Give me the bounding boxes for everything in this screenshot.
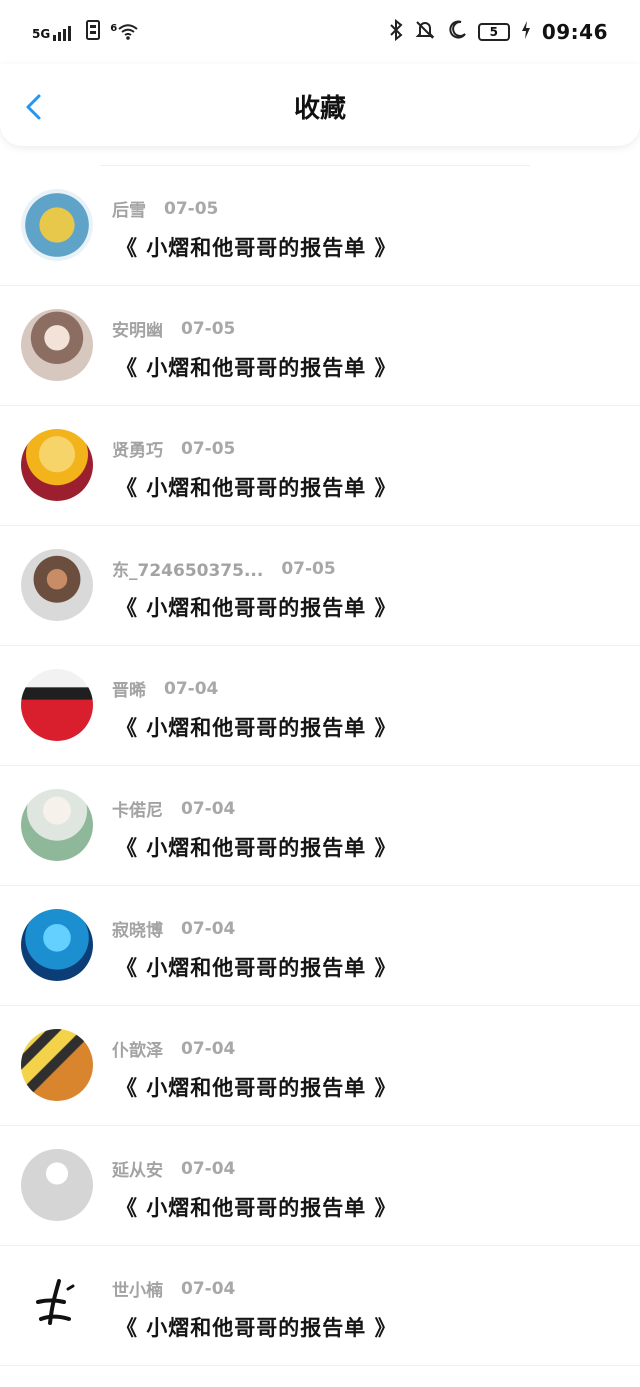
item-date: 07-05 xyxy=(164,198,219,219)
list-item[interactable]: 晋晞 07-04 《 小熠和他哥哥的报告单 》 xyxy=(0,646,640,766)
list-item[interactable]: 安明幽 07-05 《 小熠和他哥哥的报告单 》 xyxy=(0,286,640,406)
item-date: 07-04 xyxy=(181,1038,236,1059)
avatar[interactable] xyxy=(21,669,93,741)
item-meta: 延从安 07-04 xyxy=(112,1156,236,1182)
avatar[interactable] xyxy=(21,1029,93,1101)
page-title: 收藏 xyxy=(293,94,346,124)
item-meta: 后雪 07-05 xyxy=(112,196,219,222)
item-date: 07-04 xyxy=(164,678,219,699)
wifi-badge: 6 xyxy=(110,23,118,34)
item-subject: 《 小熠和他哥哥的报告单 》 xyxy=(116,476,397,500)
signal-icon: 5G xyxy=(32,23,76,41)
favorites-list: 后雪 07-05 《 小熠和他哥哥的报告单 》 安明幽 07-05 《 小熠和他… xyxy=(0,165,640,1366)
list-item[interactable]: 贤勇巧 07-05 《 小熠和他哥哥的报告单 》 xyxy=(0,406,640,526)
item-subject: 《 小熠和他哥哥的报告单 》 xyxy=(116,1196,397,1220)
sender-name: 晋晞 xyxy=(112,681,146,701)
list-item[interactable]: 寂晓博 07-04 《 小熠和他哥哥的报告单 》 xyxy=(0,886,640,1006)
mute-icon xyxy=(414,19,436,45)
list-item[interactable]: 后雪 07-05 《 小熠和他哥哥的报告单 》 xyxy=(0,166,640,286)
status-bar: 5G 6 5 09:46 xyxy=(0,0,640,64)
sender-name: 世小楠 xyxy=(112,1281,163,1301)
sender-name: 寂晓博 xyxy=(112,921,163,941)
calligraphy-avatar-icon xyxy=(36,1279,75,1325)
item-date: 07-04 xyxy=(181,1278,236,1299)
item-meta: 贤勇巧 07-05 xyxy=(112,436,236,462)
avatar[interactable] xyxy=(21,1149,93,1221)
avatar[interactable] xyxy=(21,1269,93,1341)
status-time: 09:46 xyxy=(541,20,608,44)
status-left: 5G 6 xyxy=(32,20,139,44)
item-date: 07-04 xyxy=(181,918,236,939)
item-subject: 《 小熠和他哥哥的报告单 》 xyxy=(116,1076,397,1100)
top-app-bar: 收藏 xyxy=(0,64,640,146)
next-item-peek xyxy=(0,1369,640,1387)
item-meta: 东_724650375... 07-05 xyxy=(112,556,336,582)
list-item[interactable]: 东_724650375... 07-05 《 小熠和他哥哥的报告单 》 xyxy=(0,526,640,646)
list-item[interactable]: 卡偌尼 07-04 《 小熠和他哥哥的报告单 》 xyxy=(0,766,640,886)
item-date: 07-05 xyxy=(281,558,336,579)
avatar[interactable] xyxy=(21,429,93,501)
item-subject: 《 小熠和他哥哥的报告单 》 xyxy=(116,236,397,260)
sim-icon xyxy=(86,20,101,44)
status-right: 5 09:46 xyxy=(388,18,608,45)
item-date: 07-05 xyxy=(181,318,236,339)
sender-name: 延从安 xyxy=(112,1161,163,1181)
battery-icon: 5 xyxy=(477,23,510,41)
item-meta: 晋晞 07-04 xyxy=(112,676,219,702)
moon-icon xyxy=(446,19,468,45)
avatar[interactable] xyxy=(21,549,93,621)
item-date: 07-05 xyxy=(181,438,236,459)
avatar[interactable] xyxy=(21,909,93,981)
item-divider xyxy=(100,1365,530,1366)
avatar[interactable] xyxy=(21,309,93,381)
item-meta: 安明幽 07-05 xyxy=(112,316,236,342)
sender-name: 后雪 xyxy=(112,201,146,221)
item-subject: 《 小熠和他哥哥的报告单 》 xyxy=(116,836,397,860)
item-meta: 寂晓博 07-04 xyxy=(112,916,236,942)
list-item[interactable]: 仆歆泽 07-04 《 小熠和他哥哥的报告单 》 xyxy=(0,1006,640,1126)
item-meta: 仆歆泽 07-04 xyxy=(112,1036,236,1062)
item-date: 07-04 xyxy=(181,1158,236,1179)
sender-name: 贤勇巧 xyxy=(112,441,163,461)
avatar[interactable] xyxy=(21,189,93,261)
item-subject: 《 小熠和他哥哥的报告单 》 xyxy=(116,356,397,380)
sender-name: 安明幽 xyxy=(112,321,163,341)
item-subject: 《 小熠和他哥哥的报告单 》 xyxy=(116,956,397,980)
list-item[interactable]: 世小楠 07-04 《 小熠和他哥哥的报告单 》 xyxy=(0,1246,640,1366)
charging-icon xyxy=(520,20,532,44)
item-subject: 《 小熠和他哥哥的报告单 》 xyxy=(116,596,397,620)
item-date: 07-04 xyxy=(181,798,236,819)
item-meta: 世小楠 07-04 xyxy=(112,1276,236,1302)
item-meta: 卡偌尼 07-04 xyxy=(112,796,236,822)
sender-name: 仆歆泽 xyxy=(112,1041,163,1061)
list-item[interactable]: 延从安 07-04 《 小熠和他哥哥的报告单 》 xyxy=(0,1126,640,1246)
wifi-icon: 6 xyxy=(110,23,139,41)
sender-name: 卡偌尼 xyxy=(112,801,163,821)
avatar[interactable] xyxy=(21,789,93,861)
bluetooth-icon xyxy=(388,18,404,45)
item-subject: 《 小熠和他哥哥的报告单 》 xyxy=(116,716,397,740)
network-type: 5G xyxy=(32,27,51,41)
sender-name: 东_724650375... xyxy=(112,561,264,581)
item-subject: 《 小熠和他哥哥的报告单 》 xyxy=(116,1316,397,1340)
